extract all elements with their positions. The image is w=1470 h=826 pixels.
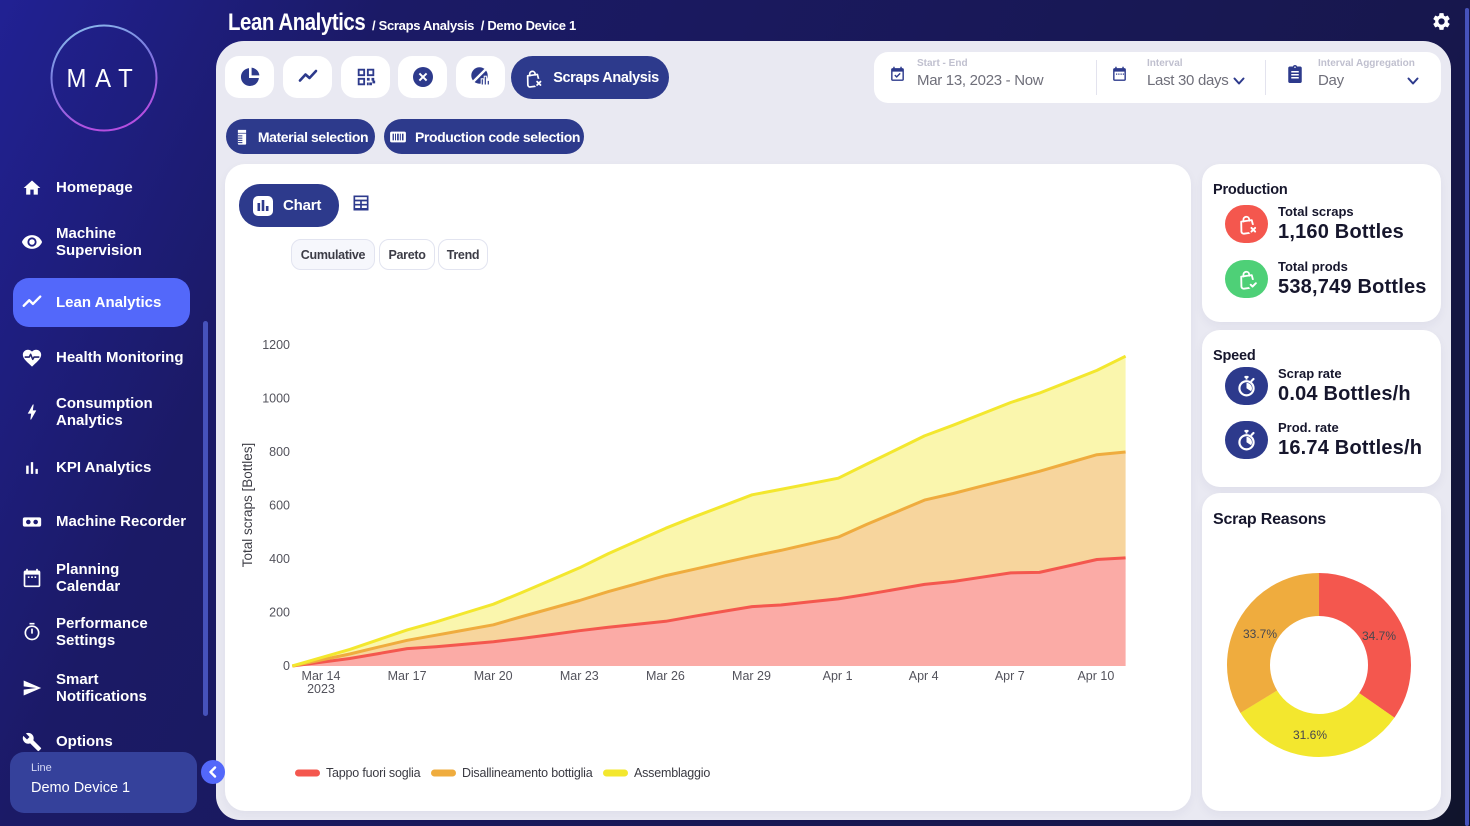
svg-text:Mar 23: Mar 23 — [560, 669, 599, 683]
svg-text:Apr 4: Apr 4 — [909, 669, 939, 683]
svg-text:1200: 1200 — [262, 338, 290, 352]
svg-text:Mar 29: Mar 29 — [732, 669, 771, 683]
svg-text:MAT: MAT — [67, 64, 142, 93]
svg-text:Apr 10: Apr 10 — [1077, 669, 1114, 683]
svg-text:1000: 1000 — [262, 392, 290, 406]
svg-text:0: 0 — [283, 659, 290, 673]
svg-text:400: 400 — [269, 552, 290, 566]
svg-text:34.7%: 34.7% — [1362, 629, 1396, 643]
svg-text:33.7%: 33.7% — [1243, 627, 1277, 641]
svg-text:600: 600 — [269, 499, 290, 513]
svg-text:Assemblaggio: Assemblaggio — [634, 766, 710, 780]
svg-text:Apr 1: Apr 1 — [823, 669, 853, 683]
svg-text:Apr 7: Apr 7 — [995, 669, 1025, 683]
svg-text:Mar 20: Mar 20 — [474, 669, 513, 683]
svg-text:Mar 14: Mar 14 — [302, 669, 341, 683]
svg-text:31.6%: 31.6% — [1293, 728, 1327, 742]
svg-text:Mar 26: Mar 26 — [646, 669, 685, 683]
svg-text:Mar 17: Mar 17 — [388, 669, 427, 683]
svg-text:Disallineamento bottiglia: Disallineamento bottiglia — [462, 766, 593, 780]
svg-text:800: 800 — [269, 445, 290, 459]
svg-text:Tappo fuori soglia: Tappo fuori soglia — [326, 766, 421, 780]
svg-text:2023: 2023 — [307, 682, 335, 696]
svg-text:200: 200 — [269, 606, 290, 620]
svg-text:Total scraps [Bottles]: Total scraps [Bottles] — [240, 443, 255, 568]
